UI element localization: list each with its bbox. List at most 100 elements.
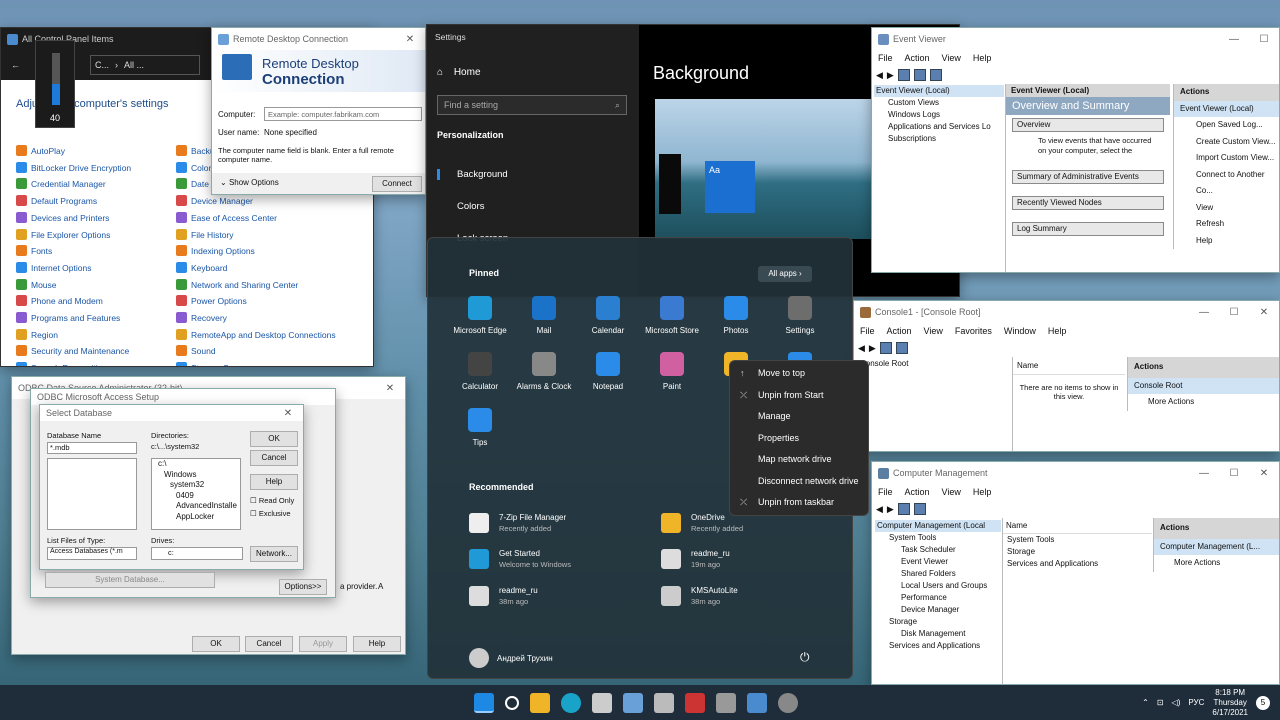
menu-item[interactable]: File	[860, 326, 875, 336]
forward-icon[interactable]: ▶	[887, 504, 894, 515]
tree-node[interactable]: Subscriptions	[874, 133, 1004, 145]
action-item[interactable]: Event Viewer (Local)	[1174, 100, 1279, 117]
menu-item[interactable]: View	[942, 53, 961, 63]
menu-unpin-taskbar[interactable]: ⤫ Unpin from taskbar	[730, 492, 868, 514]
cp-item[interactable]: Speech Recognition	[16, 360, 131, 366]
action-cm-local[interactable]: Computer Management (L...	[1154, 538, 1279, 555]
recommended-item[interactable]: readme_ru 19m ago	[661, 549, 730, 569]
minimize-icon[interactable]: —	[1189, 307, 1219, 318]
odbc-cancel-button[interactable]: Cancel	[245, 636, 293, 652]
cp-item[interactable]: RemoteApp and Desktop Connections	[176, 327, 336, 344]
db-file-list[interactable]	[47, 458, 137, 530]
tree-node[interactable]: Event Viewer	[875, 556, 1001, 568]
menu-item[interactable]: File	[878, 487, 893, 497]
cm-name-column[interactable]: Name	[1003, 518, 1152, 534]
odbc-help-button[interactable]: Help	[353, 636, 401, 652]
db-name-input[interactable]: *.mdb	[47, 442, 137, 454]
menu-item[interactable]: Help	[1048, 326, 1067, 336]
pinned-app[interactable]: Mail	[509, 296, 579, 335]
action-more[interactable]: More Actions	[1128, 394, 1279, 411]
settings-search[interactable]: Find a setting ⌕	[437, 95, 627, 115]
db-ok-button[interactable]: OK	[250, 431, 298, 447]
menu-item[interactable]: Action	[905, 53, 930, 63]
cp-item[interactable]: Credential Manager	[16, 176, 131, 193]
back-icon[interactable]: ◀	[858, 343, 865, 354]
search-icon[interactable]	[504, 695, 519, 710]
chevron-up-icon[interactable]: ⌃	[1142, 698, 1149, 707]
system-db-button[interactable]: System Database...	[45, 572, 215, 588]
cp-item[interactable]: Keyboard	[176, 260, 336, 277]
close-icon[interactable]: ✕	[273, 408, 303, 419]
menu-item[interactable]: Favorites	[955, 326, 992, 336]
tree-node[interactable]: Device Manager	[875, 604, 1001, 616]
pinned-app[interactable]: Calculator	[445, 352, 515, 391]
pinned-app[interactable]: Settings	[765, 296, 835, 335]
recommended-item[interactable]: OneDrive Recently added	[661, 513, 743, 533]
tree-icon[interactable]	[897, 69, 910, 81]
pinned-app[interactable]: Microsoft Store	[637, 296, 707, 335]
back-icon[interactable]: ←	[11, 60, 20, 70]
action-item[interactable]: Create Custom View...	[1174, 134, 1279, 151]
menu-move-to-top[interactable]: ↑ Move to top	[730, 363, 868, 385]
section-summary[interactable]: Summary of Administrative Events	[1012, 170, 1164, 184]
close-icon[interactable]: ✕	[1249, 307, 1279, 318]
menu-item[interactable]: Action	[905, 487, 930, 497]
cp-item[interactable]: Programs and Features	[16, 310, 131, 327]
pinned-app[interactable]: Tips	[445, 408, 515, 447]
pinned-app[interactable]: Alarms & Clock	[509, 352, 579, 391]
mmc-taskbar-icon[interactable]	[715, 692, 736, 713]
action-item[interactable]: Import Custom View...	[1174, 150, 1279, 167]
odbc-taskbar-icon[interactable]	[653, 692, 674, 713]
forward-icon[interactable]: ▶	[869, 343, 876, 354]
cp-item[interactable]: Sound	[176, 343, 336, 360]
recommended-item[interactable]: KMSAutoLite 38m ago	[661, 586, 738, 606]
readonly-checkbox[interactable]: ☐ Read Only	[250, 496, 294, 505]
help-icon[interactable]	[929, 69, 942, 81]
maximize-icon[interactable]: ☐	[1219, 307, 1249, 318]
dir-item[interactable]: c:\	[158, 459, 240, 470]
pinned-app[interactable]: Notepad	[573, 352, 643, 391]
back-icon[interactable]: ◀	[876, 504, 883, 515]
network-icon[interactable]: ⊡	[1157, 698, 1164, 707]
cp-item[interactable]: Power Options	[176, 293, 336, 310]
tree-node[interactable]: Storage	[875, 616, 1001, 628]
event-viewer-taskbar-icon[interactable]	[684, 692, 705, 713]
network-button[interactable]: Network...	[250, 546, 298, 562]
settings-home[interactable]: ⌂ Home	[437, 67, 481, 78]
help-icon[interactable]	[913, 503, 926, 515]
menu-item[interactable]: View	[942, 487, 961, 497]
tree-node[interactable]: Applications and Services Lo	[874, 121, 1004, 133]
dir-item[interactable]: AdvancedInstalle	[158, 501, 240, 512]
recommended-item[interactable]: 7-Zip File Manager Recently added	[469, 513, 566, 533]
rdc-taskbar-icon[interactable]	[622, 692, 643, 713]
menu-item[interactable]: View	[924, 326, 943, 336]
odbc-ok-button[interactable]: OK	[192, 636, 240, 652]
tree-node[interactable]: Computer Management (Local	[875, 520, 1001, 532]
dir-item[interactable]: system32	[158, 480, 240, 491]
cp-item[interactable]: BitLocker Drive Encryption	[16, 160, 131, 177]
menu-disconnect-drive[interactable]: Disconnect network drive	[730, 471, 868, 493]
edge-icon[interactable]	[560, 692, 581, 713]
clock[interactable]: 8:18 PM Thursday 6/17/2021	[1212, 688, 1248, 718]
tree-icon[interactable]	[897, 503, 910, 515]
action-item[interactable]: View	[1174, 200, 1279, 217]
cp-item[interactable]: File Explorer Options	[16, 227, 131, 244]
power-icon[interactable]: ⏻	[800, 650, 810, 665]
action-item[interactable]: Help	[1174, 233, 1279, 250]
cp-item[interactable]: Security and Maintenance	[16, 343, 131, 360]
drives-select[interactable]: c:	[151, 547, 243, 560]
section-recent[interactable]: Recently Viewed Nodes	[1012, 196, 1164, 210]
dir-item[interactable]: 0409	[158, 491, 240, 502]
action-more[interactable]: More Actions	[1154, 555, 1279, 572]
recommended-item[interactable]: Get Started Welcome to Windows	[469, 549, 571, 569]
pinned-app[interactable]: Microsoft Edge	[445, 296, 515, 335]
close-icon[interactable]: ✕	[395, 34, 425, 45]
tree-node[interactable]: Windows Logs	[874, 109, 1004, 121]
action-item[interactable]: Refresh	[1174, 216, 1279, 233]
section-overview[interactable]: Overview	[1012, 118, 1164, 132]
pinned-app[interactable]: Paint	[637, 352, 707, 391]
nav-colors[interactable]: Colors	[440, 201, 484, 212]
connect-button[interactable]: Connect	[372, 176, 422, 192]
menu-item[interactable]: File	[878, 53, 893, 63]
start-button[interactable]	[473, 692, 494, 713]
